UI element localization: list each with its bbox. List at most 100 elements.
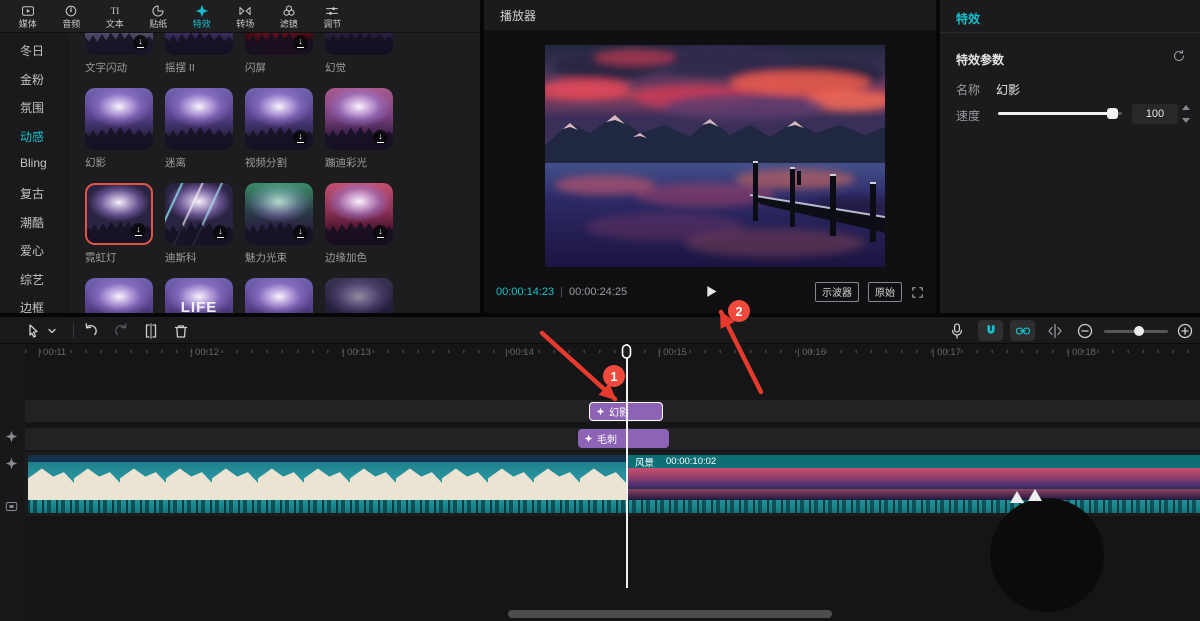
speed-slider[interactable]: [998, 112, 1122, 115]
stepper-up-icon[interactable]: [1182, 105, 1190, 110]
auto-link-toggle[interactable]: [1010, 320, 1035, 341]
effect-thumbnail[interactable]: ↓: [245, 183, 313, 245]
zoom-out-icon[interactable]: [1076, 322, 1094, 340]
download-icon[interactable]: ↓: [373, 130, 388, 145]
player-title: 播放器: [500, 7, 536, 24]
stepper-down-icon[interactable]: [1182, 118, 1190, 123]
player-header: 播放器: [484, 0, 936, 30]
effect-category-list: 冬日金粉氛围动感 Bling 复古潮酷爱心综艺边框: [0, 33, 70, 313]
category-item[interactable]: 氛围: [20, 99, 44, 116]
reset-icon[interactable]: [1172, 49, 1186, 63]
clip-duration: 00:00:10:02: [666, 456, 716, 467]
category-item[interactable]: Bling: [20, 156, 47, 170]
timeline-zoom-handle[interactable]: [1134, 326, 1144, 336]
fullscreen-icon[interactable]: [911, 286, 924, 299]
speed-stepper[interactable]: [1182, 105, 1192, 123]
effect-thumbnail[interactable]: ↓: [325, 88, 393, 150]
download-icon[interactable]: ↓: [293, 130, 308, 145]
download-icon[interactable]: ↓: [293, 225, 308, 240]
tab-effects[interactable]: 特效: [956, 10, 980, 27]
toolbar-item-sticker[interactable]: 贴纸: [137, 0, 181, 32]
category-item[interactable]: 综艺: [20, 271, 44, 288]
download-icon[interactable]: ↓: [131, 223, 146, 238]
effect-clip-glitch[interactable]: 毛刺: [578, 429, 669, 448]
effect-thumbnail[interactable]: ↓: [165, 183, 233, 245]
chevron-down-icon[interactable]: [47, 322, 57, 340]
effect-thumbnail[interactable]: [245, 278, 313, 313]
zoom-in-icon[interactable]: [1176, 322, 1194, 340]
delete-icon[interactable]: [172, 322, 190, 340]
horizontal-scrollbar[interactable]: [508, 610, 832, 618]
toolbar-item-audio[interactable]: 音频: [50, 0, 94, 32]
film-frame: [580, 455, 626, 500]
effect-label: 迪斯科: [165, 250, 245, 265]
original-button[interactable]: 原始: [868, 282, 902, 302]
category-item[interactable]: 冬日: [20, 42, 44, 59]
timeline-ruler[interactable]: 00:1100:1200:1300:1400:1500:1600:1700:18: [25, 344, 1200, 362]
play-button[interactable]: [704, 283, 719, 300]
download-icon[interactable]: ↓: [213, 225, 228, 240]
speed-slider-handle[interactable]: [1107, 108, 1118, 119]
category-item[interactable]: 边框: [20, 299, 44, 316]
effect-thumbnail[interactable]: ↓: [85, 33, 153, 55]
magnet-snap-toggle[interactable]: [978, 320, 1003, 341]
effect-thumbnail[interactable]: ↓: [325, 183, 393, 245]
effect-thumbnail[interactable]: ↓: [245, 88, 313, 150]
film-frame: [304, 455, 350, 500]
ruler-timestamp: 00:12: [190, 347, 219, 358]
download-icon[interactable]: ↓: [133, 35, 148, 50]
film-frame: [396, 455, 442, 500]
effect-label: 幻影: [85, 155, 165, 170]
timeline-zoom-slider[interactable]: [1104, 330, 1168, 333]
film-frame: [74, 455, 120, 500]
preview-axis-icon[interactable]: [1046, 322, 1064, 340]
effect-thumbnail[interactable]: [325, 33, 393, 55]
video-clip-scenery[interactable]: 风景 00:00:10:02: [627, 455, 1200, 513]
effect-params-title: 特效参数: [956, 51, 1004, 68]
effect-thumbnail[interactable]: [85, 278, 153, 313]
film-frame: [771, 468, 819, 500]
speed-value-box[interactable]: 100: [1132, 104, 1178, 124]
effect-thumbnail[interactable]: [85, 88, 153, 150]
divider: [940, 32, 1200, 33]
effect-thumbnail[interactable]: ↓: [245, 33, 313, 55]
redo-icon[interactable]: [112, 322, 130, 340]
download-icon[interactable]: ↓: [293, 35, 308, 50]
effect-thumbnail[interactable]: [325, 278, 393, 313]
effect-thumbnail[interactable]: LIFE: [165, 278, 233, 313]
toolbar-item-filter[interactable]: 滤镜: [267, 0, 311, 32]
category-item[interactable]: 复古: [20, 185, 44, 202]
timeline: 00:1100:1200:1300:1400:1500:1600:1700:18…: [0, 317, 1200, 621]
category-item[interactable]: 爱心: [20, 242, 44, 259]
toolbar-item-transition[interactable]: 转场: [224, 0, 268, 32]
ruler-timestamp: 00:18: [1067, 347, 1096, 358]
effect-label: 幻觉: [325, 60, 405, 75]
audio-icon: [64, 4, 78, 18]
effect-icon: [584, 434, 593, 443]
download-icon[interactable]: ↓: [373, 225, 388, 240]
toolbar-item-text[interactable]: TI文本: [93, 0, 137, 32]
film-frame: [1107, 468, 1155, 500]
undo-icon[interactable]: [82, 322, 100, 340]
effect-clip-label: 毛刺: [597, 431, 617, 446]
video-clip-beach[interactable]: [28, 455, 627, 513]
filmstrip: [627, 468, 1200, 500]
record-mic-icon[interactable]: [948, 322, 966, 340]
split-icon[interactable]: [142, 322, 160, 340]
toolbar-item-effects[interactable]: 特效: [180, 0, 224, 32]
toolbar-item-adjust[interactable]: 调节: [311, 0, 355, 32]
oscilloscope-button[interactable]: 示波器: [815, 282, 859, 302]
category-item[interactable]: 金粉: [20, 71, 44, 88]
select-tool-icon[interactable]: [24, 322, 42, 340]
effect-thumbnail[interactable]: ↓: [85, 183, 153, 245]
category-item[interactable]: 动感: [20, 128, 44, 145]
film-frame: [212, 455, 258, 500]
effect-thumbnail[interactable]: [165, 88, 233, 150]
effects-library-panel: 媒体音频TI文本贴纸特效转场滤镜调节 冬日金粉氛围动感 Bling 复古潮酷爱心综艺…: [0, 0, 480, 313]
playhead-line: [626, 344, 628, 588]
effects-grid: ↓文字闪动摇摆 II↓闪屏幻觉幻影迷离↓视频分割↓蹦迪彩光↓霓虹灯↓迪斯科↓魅力…: [70, 33, 480, 313]
category-item[interactable]: 潮酷: [20, 214, 44, 231]
toolbar-item-media[interactable]: 媒体: [6, 0, 50, 32]
playhead-handle[interactable]: [621, 344, 632, 360]
effect-thumbnail[interactable]: [165, 33, 233, 55]
